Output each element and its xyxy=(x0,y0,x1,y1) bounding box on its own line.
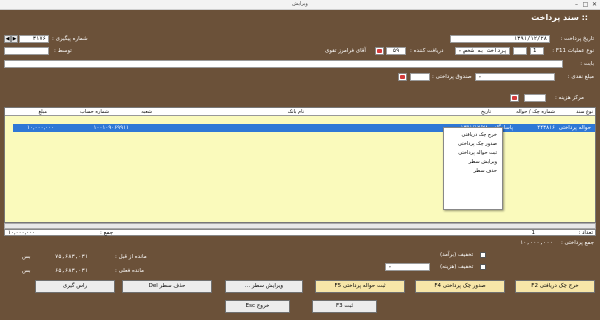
next-arrow-icon[interactable]: ▶ xyxy=(11,35,18,43)
context-menu: خرج چک دریافتی صدور چک پرداختی ثبت حواله… xyxy=(443,127,503,210)
column-header[interactable]: مبلغ xyxy=(38,109,47,115)
final-balance-value: ۶۵,۶۸۳,۰۳۱ xyxy=(55,268,89,274)
chevron-down-icon: ▾ xyxy=(388,264,392,269)
followup-input[interactable]: ۳۱۷۶ xyxy=(19,35,49,43)
menu-item-delete-row[interactable]: حذف سطر xyxy=(473,168,497,174)
cash-amount-input[interactable]: ▾ xyxy=(475,73,555,81)
menu-item-transfer[interactable]: ثبت حواله پرداختی xyxy=(458,150,497,156)
fund-label: صندوق پرداختی : xyxy=(432,74,472,80)
followup-label: شماره پیگیری : xyxy=(52,36,88,42)
menu-item-edit-row[interactable]: ویرایش سطر xyxy=(469,159,497,165)
date-input[interactable]: ۱۳۹۱/۱۲/۲۸ xyxy=(450,35,550,43)
row-number: ۴۴۳۸۱۶ xyxy=(537,125,555,131)
grid-header: نوع سند شماره چک / حواله تاریخ نام بانک … xyxy=(5,108,595,116)
table-row[interactable]: حواله پرداختی ۴۴۳۸۱۶ پاسارگاد ۱۳۹۱/۱۲/۲۸… xyxy=(13,124,595,132)
cheque-issue-button[interactable]: صدور چک پرداختی F4 xyxy=(415,280,505,293)
menu-item-cheque-spend[interactable]: خرج چک دریافتی xyxy=(462,132,497,138)
column-header[interactable]: نام بانک xyxy=(288,109,304,115)
discount-plus-checkbox[interactable] xyxy=(480,252,486,258)
total-label: جمع پرداختی : xyxy=(560,240,594,246)
sum-label: جمع : xyxy=(100,230,114,236)
receiver-label: دریافت کننده : xyxy=(410,48,444,54)
by-label: توسط : xyxy=(54,48,72,54)
page-header: :: سند پرداخت xyxy=(0,10,600,27)
operation-type-value: پرداخت به شخص xyxy=(463,48,507,54)
minimize-icon[interactable]: – xyxy=(572,1,581,8)
discount-minus-checkbox[interactable] xyxy=(480,264,486,270)
receiver-code-input[interactable]: ۵۹ xyxy=(386,47,406,55)
payments-grid[interactable]: نوع سند شماره چک / حواله تاریخ نام بانک … xyxy=(4,107,596,223)
operation-label: نوع عملیات F11 : xyxy=(552,48,594,54)
discount-minus-label: تخفیف (هزینه) xyxy=(440,264,474,270)
column-header[interactable]: نوع سند xyxy=(576,109,593,115)
cost-center-label: مرکز هزینه : xyxy=(554,95,584,101)
discount-amount-input[interactable]: ▾ xyxy=(385,263,430,271)
final-balance-side: بس xyxy=(22,268,31,274)
operation-aux-input[interactable] xyxy=(513,47,527,55)
chevron-down-icon: ▾ xyxy=(478,74,482,79)
sum-value: ۱۰,۰۰۰,۰۰۰ xyxy=(8,230,36,236)
save-button[interactable]: ثبت F3 xyxy=(312,300,377,313)
prev-balance-side: بس xyxy=(22,254,31,260)
final-balance-label: مانده فعلی : xyxy=(115,268,144,274)
search-receiver-icon[interactable] xyxy=(375,47,384,55)
prev-arrow-icon[interactable]: ◀ xyxy=(4,35,11,43)
split-button[interactable]: راس گیری xyxy=(35,280,115,293)
grid-status-bar: تعداد : 1 جمع : ۱۰,۰۰۰,۰۰۰ xyxy=(4,229,596,236)
column-header[interactable]: شماره حساب xyxy=(80,109,109,115)
by-input[interactable] xyxy=(4,47,49,55)
search-cost-center-icon[interactable] xyxy=(510,94,519,102)
page-title: :: سند پرداخت xyxy=(531,13,588,22)
chevron-down-icon: ▾ xyxy=(458,48,462,53)
maximize-icon[interactable]: □ xyxy=(581,1,590,8)
column-header[interactable]: تاریخ xyxy=(481,109,491,115)
cash-amount-label: مبلغ نقدی : xyxy=(567,74,594,80)
operation-code-input[interactable]: 1 xyxy=(530,47,544,55)
prev-balance-label: مانده از قبل : xyxy=(115,254,147,260)
total-value: ۱۰,۰۰۰,۰۰۰ xyxy=(519,240,553,246)
desc-input[interactable] xyxy=(4,60,563,68)
count-value: 1 xyxy=(531,230,536,236)
row-amount: ۱۰,۰۰۰,۰۰۰ xyxy=(27,125,55,131)
delete-row-button[interactable]: حذف سطر Del xyxy=(122,280,212,293)
menu-item-cheque-issue[interactable]: صدور چک پرداختی xyxy=(458,141,497,147)
column-header[interactable]: شماره چک / حواله xyxy=(516,109,555,115)
discount-plus-label: تخفیف (برآمد) xyxy=(440,252,474,258)
window-title: ویرایش xyxy=(292,1,308,7)
operation-type-select[interactable]: پرداخت به شخص ▾ xyxy=(455,47,510,55)
cheque-spend-button[interactable]: خرج چک دریافتی F2 xyxy=(515,280,595,293)
row-account: ۱۰۰۱۰۹۰۶۹۹۱۱ xyxy=(93,125,129,131)
exit-button[interactable]: خروج Esc xyxy=(225,300,290,313)
count-label: تعداد : xyxy=(578,230,593,236)
column-header[interactable]: شعبه xyxy=(141,109,152,115)
edit-row-button[interactable]: ویرایش سطر ... xyxy=(225,280,303,293)
receiver-name: آقای فرامرز تقوی xyxy=(325,48,366,54)
cost-center-input[interactable] xyxy=(524,94,546,102)
fund-code-input[interactable] xyxy=(410,73,430,81)
search-fund-icon[interactable] xyxy=(398,73,407,81)
prev-balance-value: ۷۵,۶۸۳,۰۳۱ xyxy=(55,254,89,260)
desc-label: بابت : xyxy=(580,61,594,67)
window-titlebar: ویرایش – □ ✕ xyxy=(0,0,600,10)
close-icon[interactable]: ✕ xyxy=(590,1,599,8)
transfer-button[interactable]: ثبت حواله پرداختی F5 xyxy=(315,280,405,293)
date-label: تاریخ پرداخت : xyxy=(560,36,594,42)
row-type: حواله پرداختی xyxy=(558,125,591,131)
